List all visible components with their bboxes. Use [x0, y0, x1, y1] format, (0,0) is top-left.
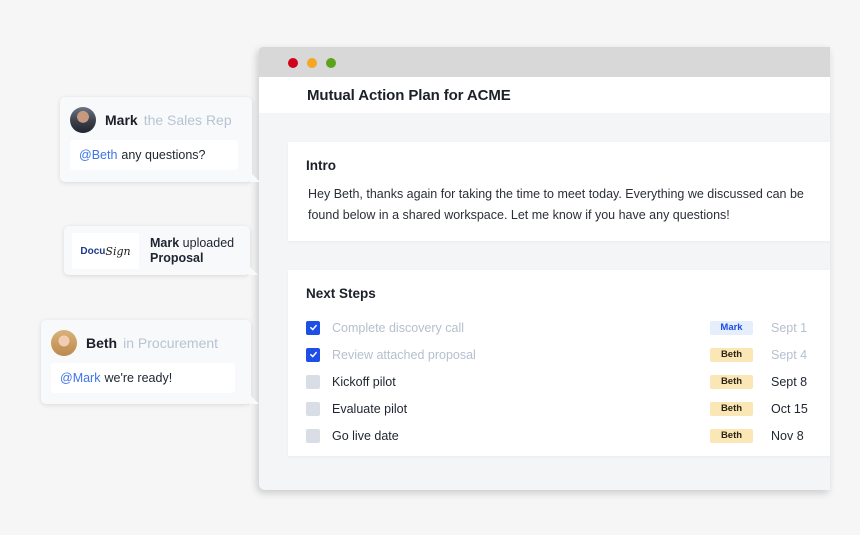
- docusign-activity: Mark uploaded Proposal: [150, 236, 234, 266]
- next-steps-card: Next Steps Complete discovery call Mark …: [288, 270, 830, 456]
- step-checkbox[interactable]: [306, 320, 320, 335]
- bubble-message: @Beth any questions?: [70, 140, 238, 170]
- docusign-logo-script: Sign: [105, 244, 131, 258]
- step-label: Kickoff pilot: [332, 374, 396, 389]
- maximize-window-button[interactable]: [326, 58, 336, 68]
- next-steps-heading: Next Steps: [306, 286, 376, 301]
- bubble-author-role: in Procurement: [123, 335, 219, 351]
- intro-text: Hey Beth, thanks again for taking the ti…: [308, 187, 804, 222]
- step-label: Review attached proposal: [332, 347, 476, 362]
- message-text: any questions?: [121, 148, 206, 162]
- step-label: Complete discovery call: [332, 320, 464, 335]
- docusign-logo: Docu Sign: [72, 233, 139, 269]
- step-row: Evaluate pilot Beth Oct 15: [306, 395, 812, 422]
- bubble-author-name: Beth: [86, 335, 118, 351]
- mention-link[interactable]: @Mark: [60, 371, 100, 385]
- check-icon: [309, 351, 317, 358]
- check-icon: [309, 324, 317, 331]
- window-titlebar: [259, 47, 830, 77]
- close-window-button[interactable]: [288, 58, 298, 68]
- step-checkbox[interactable]: [306, 374, 320, 389]
- next-steps-list: Complete discovery call Mark Sept 1 Revi…: [306, 314, 812, 449]
- step-date: Sept 4: [771, 347, 808, 362]
- activity-actor: Mark: [150, 236, 180, 250]
- step-row: Kickoff pilot Beth Sept 8: [306, 368, 812, 395]
- intro-card: Intro Hey Beth, thanks again for taking …: [288, 142, 830, 241]
- step-checkbox[interactable]: [306, 428, 320, 443]
- chat-bubble-mark: Mark the Sales Rep @Beth any questions?: [60, 97, 260, 182]
- step-label: Evaluate pilot: [332, 401, 408, 416]
- step-date: Sept 1: [771, 320, 808, 335]
- chat-bubble-docusign: Docu Sign Mark uploaded Proposal: [64, 226, 258, 275]
- step-row: Go live date Beth Nov 8: [306, 422, 812, 449]
- bubble-author-role: the Sales Rep: [143, 112, 232, 128]
- bubble-author-name: Mark: [105, 112, 138, 128]
- owner-badge[interactable]: Beth: [710, 401, 753, 416]
- intro-heading: Intro: [306, 158, 336, 173]
- step-date: Sept 8: [771, 374, 808, 389]
- step-checkbox[interactable]: [306, 401, 320, 416]
- step-row: Complete discovery call Mark Sept 1: [306, 314, 812, 341]
- owner-badge[interactable]: Beth: [710, 374, 753, 389]
- document-header: Mutual Action Plan for ACME: [259, 77, 830, 113]
- owner-badge[interactable]: Mark: [710, 320, 753, 335]
- mention-link[interactable]: @Beth: [79, 148, 117, 162]
- docusign-logo-text: Docu: [80, 245, 106, 257]
- activity-action: uploaded: [182, 236, 235, 250]
- step-date: Nov 8: [771, 428, 804, 443]
- bubble-message: @Mark we're ready!: [51, 363, 235, 393]
- step-date: Oct 15: [771, 401, 808, 416]
- page-title: Mutual Action Plan for ACME: [307, 86, 511, 104]
- owner-badge[interactable]: Beth: [710, 347, 753, 362]
- step-checkbox[interactable]: [306, 347, 320, 362]
- avatar-beth: [51, 330, 77, 356]
- activity-object[interactable]: Proposal: [150, 251, 204, 265]
- app-window: Mutual Action Plan for ACME Intro Hey Be…: [259, 47, 830, 490]
- chat-bubble-beth: Beth in Procurement @Mark we're ready!: [41, 320, 259, 404]
- step-row: Review attached proposal Beth Sept 4: [306, 341, 812, 368]
- minimize-window-button[interactable]: [307, 58, 317, 68]
- message-text: we're ready!: [104, 371, 173, 385]
- owner-badge[interactable]: Beth: [710, 428, 753, 443]
- avatar-mark: [70, 107, 96, 133]
- step-label: Go live date: [332, 428, 399, 443]
